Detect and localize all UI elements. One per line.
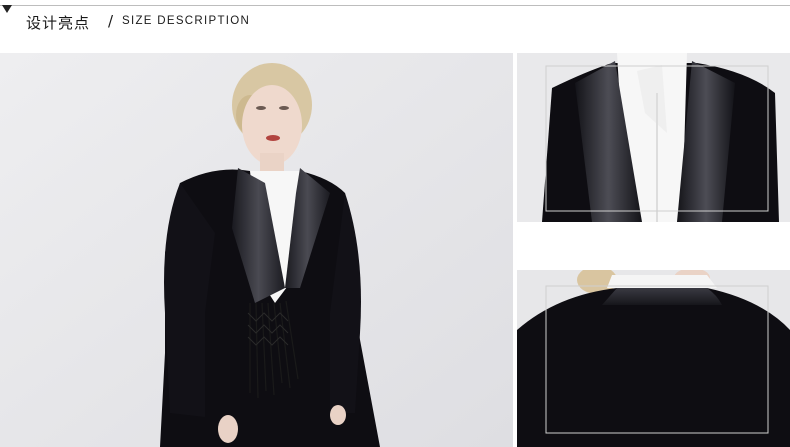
top-divider bbox=[0, 5, 790, 6]
section-header: 设计亮点 / SIZE DESCRIPTION bbox=[0, 0, 790, 52]
main-model-photo bbox=[0, 53, 513, 447]
corner-triangle-icon bbox=[2, 5, 12, 13]
collar-front-detail bbox=[517, 53, 790, 222]
section-title-chinese: 设计亮点 bbox=[26, 14, 91, 32]
collar-back-detail bbox=[517, 270, 790, 447]
section-title-english: SIZE DESCRIPTION bbox=[122, 15, 251, 27]
title-separator: / bbox=[108, 12, 114, 30]
detail-gutter bbox=[517, 222, 790, 270]
